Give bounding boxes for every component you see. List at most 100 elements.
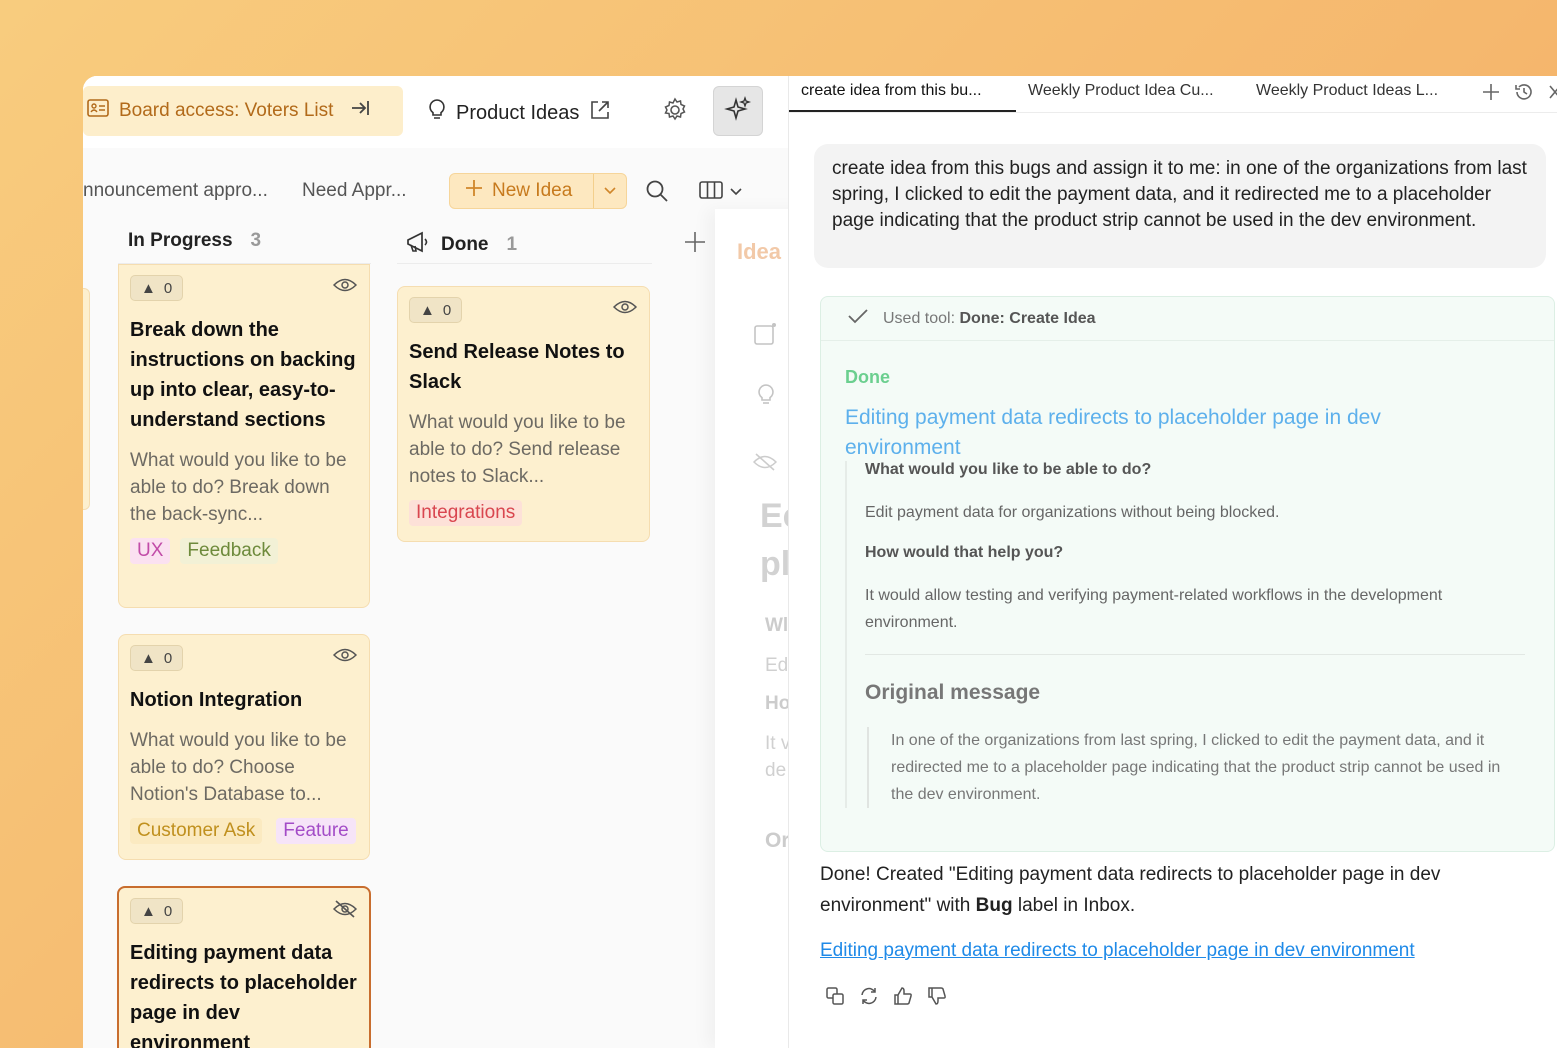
history-icon[interactable] [1514,82,1534,107]
new-idea-dropdown[interactable] [593,174,626,208]
vote-count: 0 [163,649,173,667]
divider [397,263,652,264]
card-description: What would you like to be able to do? Se… [409,412,626,487]
view-tab-announcement[interactable]: nnouncement appro... [83,180,268,202]
ghost-title-2: pl [760,545,788,583]
card-tags: Integrations [409,500,638,526]
refresh-icon[interactable] [859,986,879,1011]
question-2: How would that help you? [865,544,1064,561]
upvote-button[interactable]: ▲ 0 [409,297,463,323]
ghost-q2: Ho [765,693,788,714]
eye-off-icon [752,453,778,476]
eye-icon[interactable] [332,277,358,298]
board-access-button[interactable]: Board access: Voters List [83,86,403,136]
new-idea-button[interactable]: New Idea [449,173,627,209]
column-title: Done [441,234,489,255]
board-access-label: Board access: Voters List [119,100,334,121]
ghost-title-1: Ec [760,497,788,535]
answer-1: Edit payment data for organizations with… [865,504,1280,521]
card-title: Notion Integration [130,689,303,711]
card-description: What would you like to be able to do? Ch… [130,730,347,805]
chat-tab-active[interactable]: create idea from this bu... [801,82,982,100]
chat-tab[interactable]: Weekly Product Idea Cu... [1028,82,1214,100]
created-idea-title[interactable]: Editing payment data redirects to placeh… [845,403,1465,463]
add-column-button[interactable] [683,230,707,259]
checkmark-icon [847,307,869,330]
vote-count: 0 [163,902,173,920]
board: Board access: Voters List Product Ideas [83,76,788,1048]
thumbs-down-icon[interactable] [927,986,947,1011]
idea-details: What would you like to be able to do? Ed… [845,461,1525,808]
app-window: Board access: Voters List Product Ideas [83,76,1557,1048]
ai-assistant-button[interactable] [713,86,763,136]
message-actions [825,986,947,1011]
tool-name: Done: Create Idea [959,309,1096,327]
original-message-quote: In one of the organizations from last sp… [867,727,1525,808]
idea-card[interactable]: ▲ 0 Notion Integration What would you li… [118,634,370,860]
idea-link[interactable]: Editing payment data redirects to placeh… [820,940,1415,962]
upvote-button[interactable]: ▲ 0 [130,645,184,671]
external-link-icon[interactable] [589,99,611,127]
copy-icon[interactable] [825,986,845,1011]
eye-icon[interactable] [612,299,638,320]
ghost-a2b: de [765,760,787,781]
collapse-right-icon[interactable] [349,98,371,124]
ai-chat-panel: create idea from this bu... Weekly Produ… [788,76,1557,1048]
upvote-button[interactable]: ▲ 0 [130,275,184,301]
card-partial[interactable] [83,288,90,510]
checkbox-icon [753,322,777,351]
triangle-up-icon: ▲ [141,902,156,920]
column-title: In Progress [128,230,233,251]
sparkle-icon [724,95,752,128]
card-description: What would you like to be able to do? Br… [130,450,347,525]
idea-detail-panel: Idea Ec pl Wl Ed Ho It v de Or [715,209,788,1048]
card-tags: Customer Ask Feature [130,818,358,844]
tool-prefix: Used tool: [883,309,956,327]
product-ideas-label: Product Ideas [456,101,580,124]
ghost-q1: Wl [765,615,788,636]
close-icon[interactable] [1548,83,1557,106]
columns-view-button[interactable] [699,180,743,205]
gear-icon[interactable] [661,96,689,129]
megaphone-icon [405,230,431,260]
ghost-a2: It v [765,733,788,754]
tag: Integrations [409,500,523,526]
thumbs-up-icon[interactable] [893,986,913,1011]
tag: Customer Ask [130,818,263,844]
column-count: 3 [250,230,262,251]
tag: Feedback [180,538,278,564]
board-topbar: Board access: Voters List Product Ideas [83,76,788,148]
question-1: What would you like to be able to do? [865,461,1152,478]
plus-icon[interactable] [1482,83,1500,106]
tool-header[interactable]: Used tool: Done: Create Idea [821,297,1554,341]
idea-card[interactable]: ▲ 0 Break down the instructions on backi… [118,264,370,608]
columns-icon [699,180,723,205]
active-tab-indicator [789,110,1016,112]
tag: UX [130,538,171,564]
chat-tab[interactable]: Weekly Product Ideas L... [1256,82,1438,100]
lightbulb-icon [757,383,775,412]
search-icon[interactable] [645,179,669,208]
eye-off-icon[interactable] [332,900,358,923]
chevron-down-icon [729,184,743,202]
contact-card-icon [87,99,109,123]
new-idea-label: New Idea [492,180,573,201]
lightbulb-icon [428,98,446,128]
tab-actions [1482,82,1557,107]
view-tab-need-approval[interactable]: Need Appr... [302,180,407,202]
idea-card[interactable]: ▲ 0 Send Release Notes to Slack What wou… [397,286,650,542]
idea-card-selected[interactable]: ▲ 0 Editing payment data redirects to pl… [117,886,371,1048]
reply-text-end: label in Inbox. [1012,895,1136,916]
card-tags: UX Feedback [130,538,358,564]
upvote-button[interactable]: ▲ 0 [130,898,184,924]
column-header-in-progress: In Progress 3 [128,230,261,252]
original-message-heading: Original message [865,681,1041,704]
triangle-up-icon: ▲ [141,279,156,297]
ghost-orig: Or [765,829,788,852]
column-count: 1 [506,234,518,255]
answer-2: It would allow testing and verifying pay… [865,587,1443,631]
card-title: Send Release Notes to Slack [409,341,625,393]
eye-icon[interactable] [332,647,358,668]
card-title: Editing payment data redirects to placeh… [130,942,357,1048]
product-ideas-link[interactable]: Product Ideas [428,98,611,128]
